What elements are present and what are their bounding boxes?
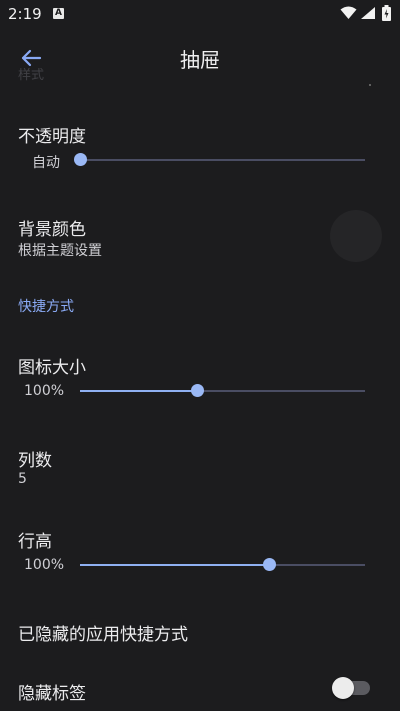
row-height-value: 100% [24, 557, 65, 573]
background-color-swatch[interactable] [330, 210, 382, 262]
background-color-value: 根据主题设置 [18, 243, 102, 259]
status-time: 2:19 [8, 5, 42, 23]
opacity-slider-thumb[interactable] [74, 153, 87, 166]
status-bar: 2:19 A [0, 0, 400, 28]
icon-size-label: 图标大小 [18, 358, 86, 378]
columns-label: 列数 [18, 451, 52, 471]
row-height-slider-fill [80, 564, 270, 566]
battery-charging-icon [382, 5, 391, 21]
wifi-icon [340, 6, 357, 19]
signal-icon [361, 7, 375, 19]
hide-labels-label: 隐藏标签 [18, 684, 86, 704]
notification-a-icon: A [53, 8, 64, 19]
opacity-label: 不透明度 [18, 127, 86, 147]
opacity-value: 自动 [32, 155, 60, 171]
row-height-label: 行高 [18, 532, 52, 552]
background-color-label: 背景颜色 [18, 220, 86, 240]
hidden-app-shortcuts-item[interactable]: 已隐藏的应用快捷方式 [18, 620, 188, 645]
columns-value: 5 [18, 471, 27, 487]
row-height-slider-thumb[interactable] [263, 558, 276, 571]
page-title: 抽屉 [180, 48, 220, 72]
icon-size-slider-fill [80, 390, 197, 392]
icon-size-value: 100% [24, 383, 65, 399]
back-arrow-icon[interactable] [18, 46, 46, 70]
opacity-slider[interactable] [80, 159, 365, 161]
section-shortcuts-header: 快捷方式 [18, 299, 74, 315]
icon-size-slider-thumb[interactable] [191, 384, 204, 397]
hide-labels-toggle-thumb[interactable] [332, 677, 354, 699]
scroll-indicator-dot [369, 84, 371, 86]
